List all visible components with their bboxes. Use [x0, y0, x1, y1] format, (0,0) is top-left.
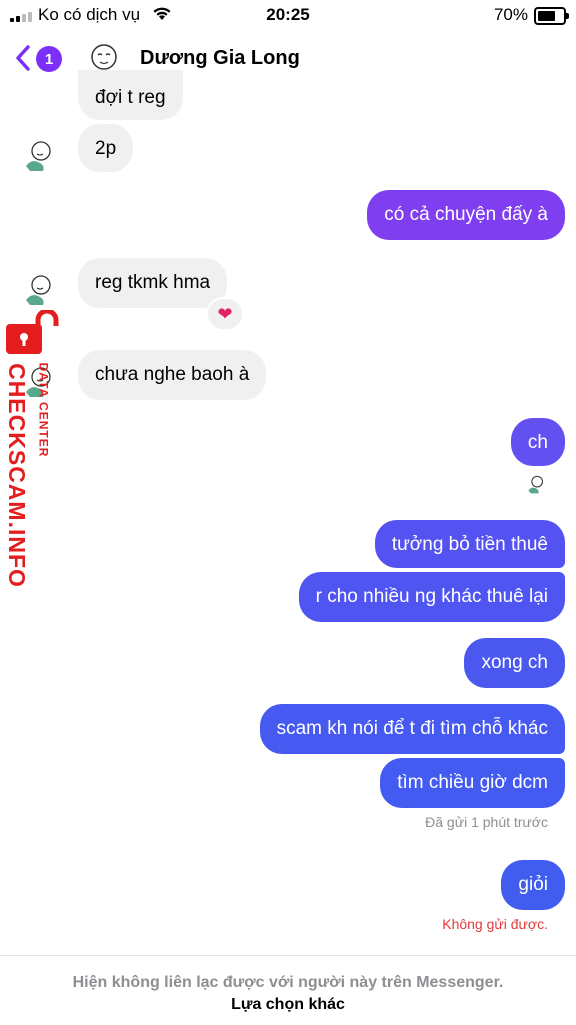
- back-chevron-icon[interactable]: [14, 44, 32, 72]
- message-bubble-outgoing[interactable]: tưởng bỏ tiền thuê: [374, 520, 565, 568]
- message-text: r cho nhiều ng khác thuê lại: [315, 586, 548, 607]
- message-text: ch: [527, 432, 548, 453]
- unavailable-footer: Hiện không liên lạc được với người này t…: [0, 955, 576, 1025]
- battery-icon: [534, 7, 569, 25]
- sender-avatar: [26, 275, 51, 305]
- message-bubble-incoming[interactable]: 2p: [78, 124, 134, 172]
- message-bubble-outgoing[interactable]: tìm chiều giờ dcm: [380, 758, 565, 808]
- other-options-link[interactable]: Lựa chọn khác: [0, 996, 576, 1014]
- message-bubble-outgoing[interactable]: giỏi: [501, 860, 565, 910]
- unread-badge[interactable]: 1: [36, 46, 62, 72]
- message-text: reg tkmk hma: [95, 272, 211, 293]
- message-bubble-outgoing[interactable]: có cả chuyện đấy à: [367, 190, 565, 240]
- message-text: chưa nghe baoh à: [95, 364, 250, 385]
- heart-icon: ❤: [217, 303, 233, 324]
- status-bar: Ko có dịch vụ 20:25 70%: [0, 0, 576, 30]
- message-text: scam kh nói để t đi tìm chỗ khác: [276, 718, 548, 739]
- message-bubble-incoming[interactable]: reg tkmk hma: [78, 258, 228, 308]
- message-bubble-outgoing[interactable]: scam kh nói để t đi tìm chỗ khác: [259, 704, 565, 754]
- contact-name[interactable]: Dương Gia Long: [140, 47, 300, 70]
- unavailable-note: Hiện không liên lạc được với người này t…: [72, 974, 504, 991]
- message-bubble-incoming[interactable]: đợi t reg: [78, 70, 183, 120]
- message-bubble-outgoing[interactable]: xong ch: [464, 638, 565, 688]
- message-text: đợi t reg: [95, 87, 166, 108]
- message-text: 2p: [95, 138, 117, 159]
- sender-avatar: [26, 141, 51, 171]
- clock: 20:25: [266, 5, 310, 24]
- sent-status: Đã gửi 1 phút trước: [425, 814, 548, 830]
- message-bubble-outgoing[interactable]: ch: [510, 418, 565, 466]
- message-text: xong ch: [481, 652, 548, 673]
- failed-status: Không gửi được.: [442, 916, 548, 932]
- message-text: tưởng bỏ tiền thuê: [391, 534, 548, 555]
- message-text: tìm chiều giờ dcm: [397, 772, 548, 793]
- battery-percent: 70%: [493, 5, 528, 24]
- read-receipt-avatar: [528, 475, 543, 494]
- watermark-subtitle: DATA CENTER: [36, 362, 50, 458]
- message-bubble-outgoing[interactable]: r cho nhiều ng khác thuê lại: [298, 572, 565, 622]
- message-bubble-incoming[interactable]: chưa nghe baoh à: [78, 350, 267, 400]
- heart-reaction[interactable]: ❤: [206, 297, 244, 331]
- message-text: giỏi: [518, 874, 548, 895]
- message-text: có cả chuyện đấy à: [384, 204, 548, 225]
